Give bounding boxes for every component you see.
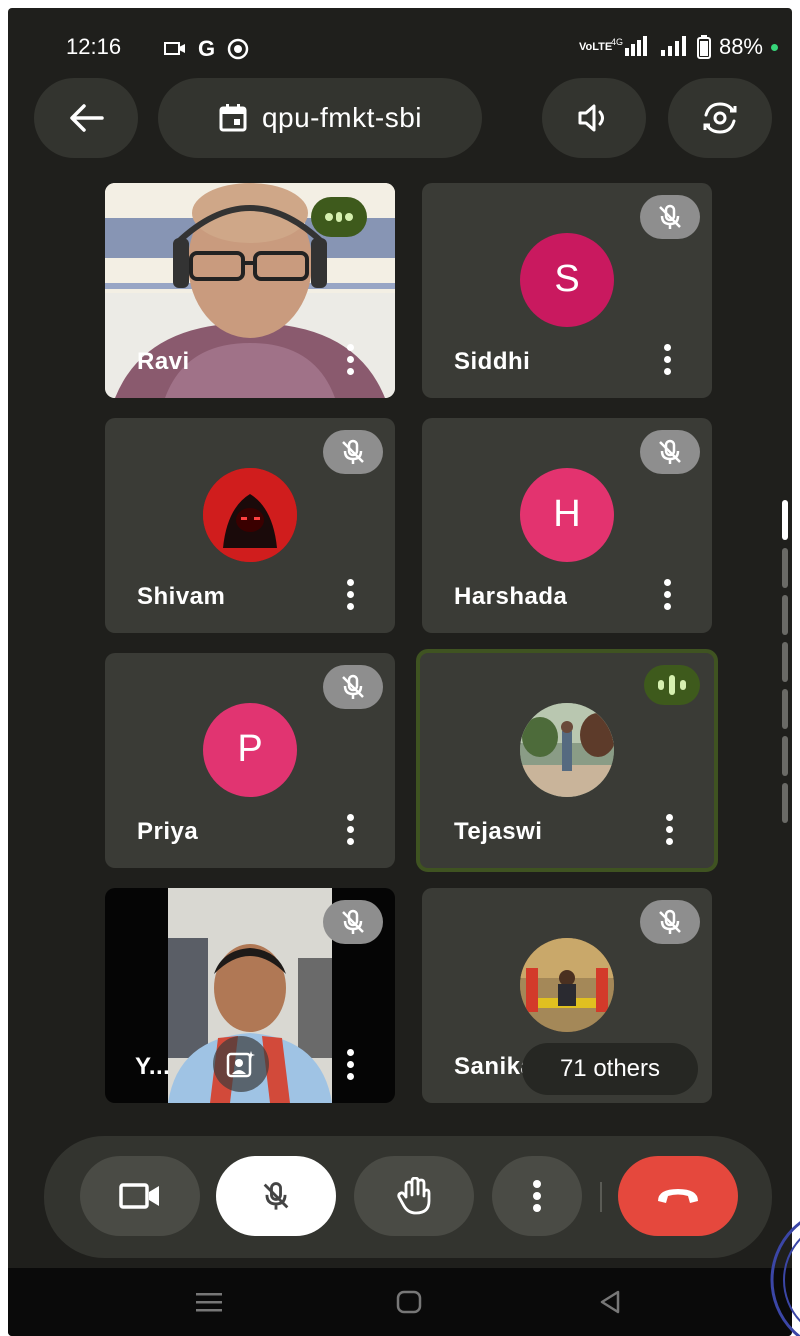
participant-menu-button[interactable] [347, 1049, 355, 1081]
muted-indicator [640, 195, 700, 239]
hooded-figure-avatar [203, 467, 297, 562]
more-options-button[interactable] [492, 1156, 582, 1236]
participant-menu-button[interactable] [664, 579, 672, 611]
system-nav-bar [8, 1268, 792, 1336]
mic-off-icon [342, 439, 364, 464]
audio-level-icon [325, 212, 353, 222]
effects-button[interactable] [213, 1036, 269, 1092]
participant-tile[interactable]: Sanika 71 others [422, 888, 712, 1103]
mic-off-icon [659, 439, 681, 464]
avatar [203, 467, 297, 562]
speaker-icon [578, 104, 604, 132]
photo-avatar [520, 937, 614, 1032]
switch-camera-icon [703, 102, 737, 134]
avatar: P [203, 702, 297, 797]
muted-indicator [640, 430, 700, 474]
camera-toggle-button[interactable] [80, 1156, 200, 1236]
recents-icon[interactable] [194, 1290, 224, 1314]
participant-tile[interactable]: Y... [105, 888, 395, 1103]
participant-tile[interactable]: Ravi [105, 183, 395, 398]
volte-icon: VoLTE [578, 41, 613, 53]
others-chip[interactable]: 71 others [522, 1043, 698, 1095]
photo-avatar [520, 702, 614, 797]
switch-camera-button[interactable] [668, 78, 772, 158]
muted-indicator [323, 665, 383, 709]
participant-tile[interactable]: Tejaswi [416, 649, 718, 872]
mic-off-icon [659, 204, 681, 229]
mic-off-icon [659, 909, 681, 934]
camera-icon [119, 1183, 159, 1209]
status-time: 12:16 [66, 34, 122, 59]
phone-end-icon [658, 1189, 698, 1203]
muted-indicator [323, 900, 383, 944]
raise-hand-button[interactable] [354, 1156, 474, 1236]
speaking-indicator [311, 197, 367, 237]
mic-toggle-button[interactable] [216, 1156, 336, 1236]
participant-name: Priya [137, 818, 199, 845]
hand-icon [397, 1177, 431, 1215]
call-controls-bar [44, 1136, 772, 1258]
participant-menu-button[interactable] [347, 344, 355, 376]
participant-tile[interactable]: H Harshada [422, 418, 712, 633]
participant-name: Siddhi [454, 348, 531, 375]
cast-icon [164, 42, 185, 55]
home-icon[interactable] [394, 1288, 424, 1316]
google-icon: G [198, 36, 216, 61]
meeting-info-button[interactable]: qpu-fmkt-sbi [158, 78, 482, 158]
scroll-thumb[interactable] [782, 500, 788, 540]
svg-text:4G: 4G [611, 37, 623, 47]
participant-tile[interactable]: P Priya [105, 653, 395, 868]
mic-off-icon [342, 674, 364, 699]
avatar [520, 702, 614, 797]
end-call-button[interactable] [618, 1156, 738, 1236]
calendar-icon [219, 104, 247, 132]
scroll-track [782, 548, 788, 848]
participant-name: Harshada [454, 583, 568, 610]
participant-tile[interactable]: S Siddhi [422, 183, 712, 398]
more-vert-icon [533, 1180, 541, 1212]
battery-icon [696, 35, 711, 59]
speaking-indicator [644, 665, 700, 705]
meeting-code: qpu-fmkt-sbi [261, 102, 423, 133]
muted-indicator [640, 900, 700, 944]
mic-off-icon [342, 909, 364, 934]
participant-tile[interactable]: Shivam [105, 418, 395, 633]
avatar: S [520, 232, 614, 327]
divider [600, 1182, 602, 1212]
back-button[interactable] [34, 78, 138, 158]
whatsapp-icon [227, 38, 249, 60]
avatar [520, 937, 614, 1032]
privacy-dot [771, 43, 778, 51]
participant-name: Y... [135, 1053, 171, 1080]
avatar: H [520, 467, 614, 562]
status-icons-left: G [164, 36, 249, 62]
participant-menu-button[interactable] [347, 579, 355, 611]
signal-4g-icon: 4G [611, 36, 647, 56]
participant-name: Tejaswi [454, 818, 543, 845]
audio-level-icon [658, 675, 686, 695]
participant-name: Ravi [137, 348, 190, 375]
battery-percent: 88% [718, 34, 763, 59]
muted-indicator [323, 430, 383, 474]
participant-name: Shivam [137, 583, 226, 610]
participant-menu-button[interactable] [666, 814, 674, 846]
arrow-back-icon [70, 104, 104, 132]
participant-menu-button[interactable] [347, 814, 355, 846]
back-nav-icon[interactable] [596, 1288, 624, 1316]
stamp-fragment [770, 1221, 800, 1336]
signal-icon [660, 36, 686, 56]
participant-menu-button[interactable] [664, 344, 672, 376]
mic-off-icon [263, 1182, 289, 1210]
status-icons-right: VoLTE 4G 88% [579, 34, 778, 60]
meet-app-screen: 12:16 G VoLTE 4G 88% qpu-fmkt-sbi Ravi S… [8, 8, 792, 1336]
audio-output-button[interactable] [542, 78, 646, 158]
portrait-sparkle-icon [226, 1051, 255, 1078]
